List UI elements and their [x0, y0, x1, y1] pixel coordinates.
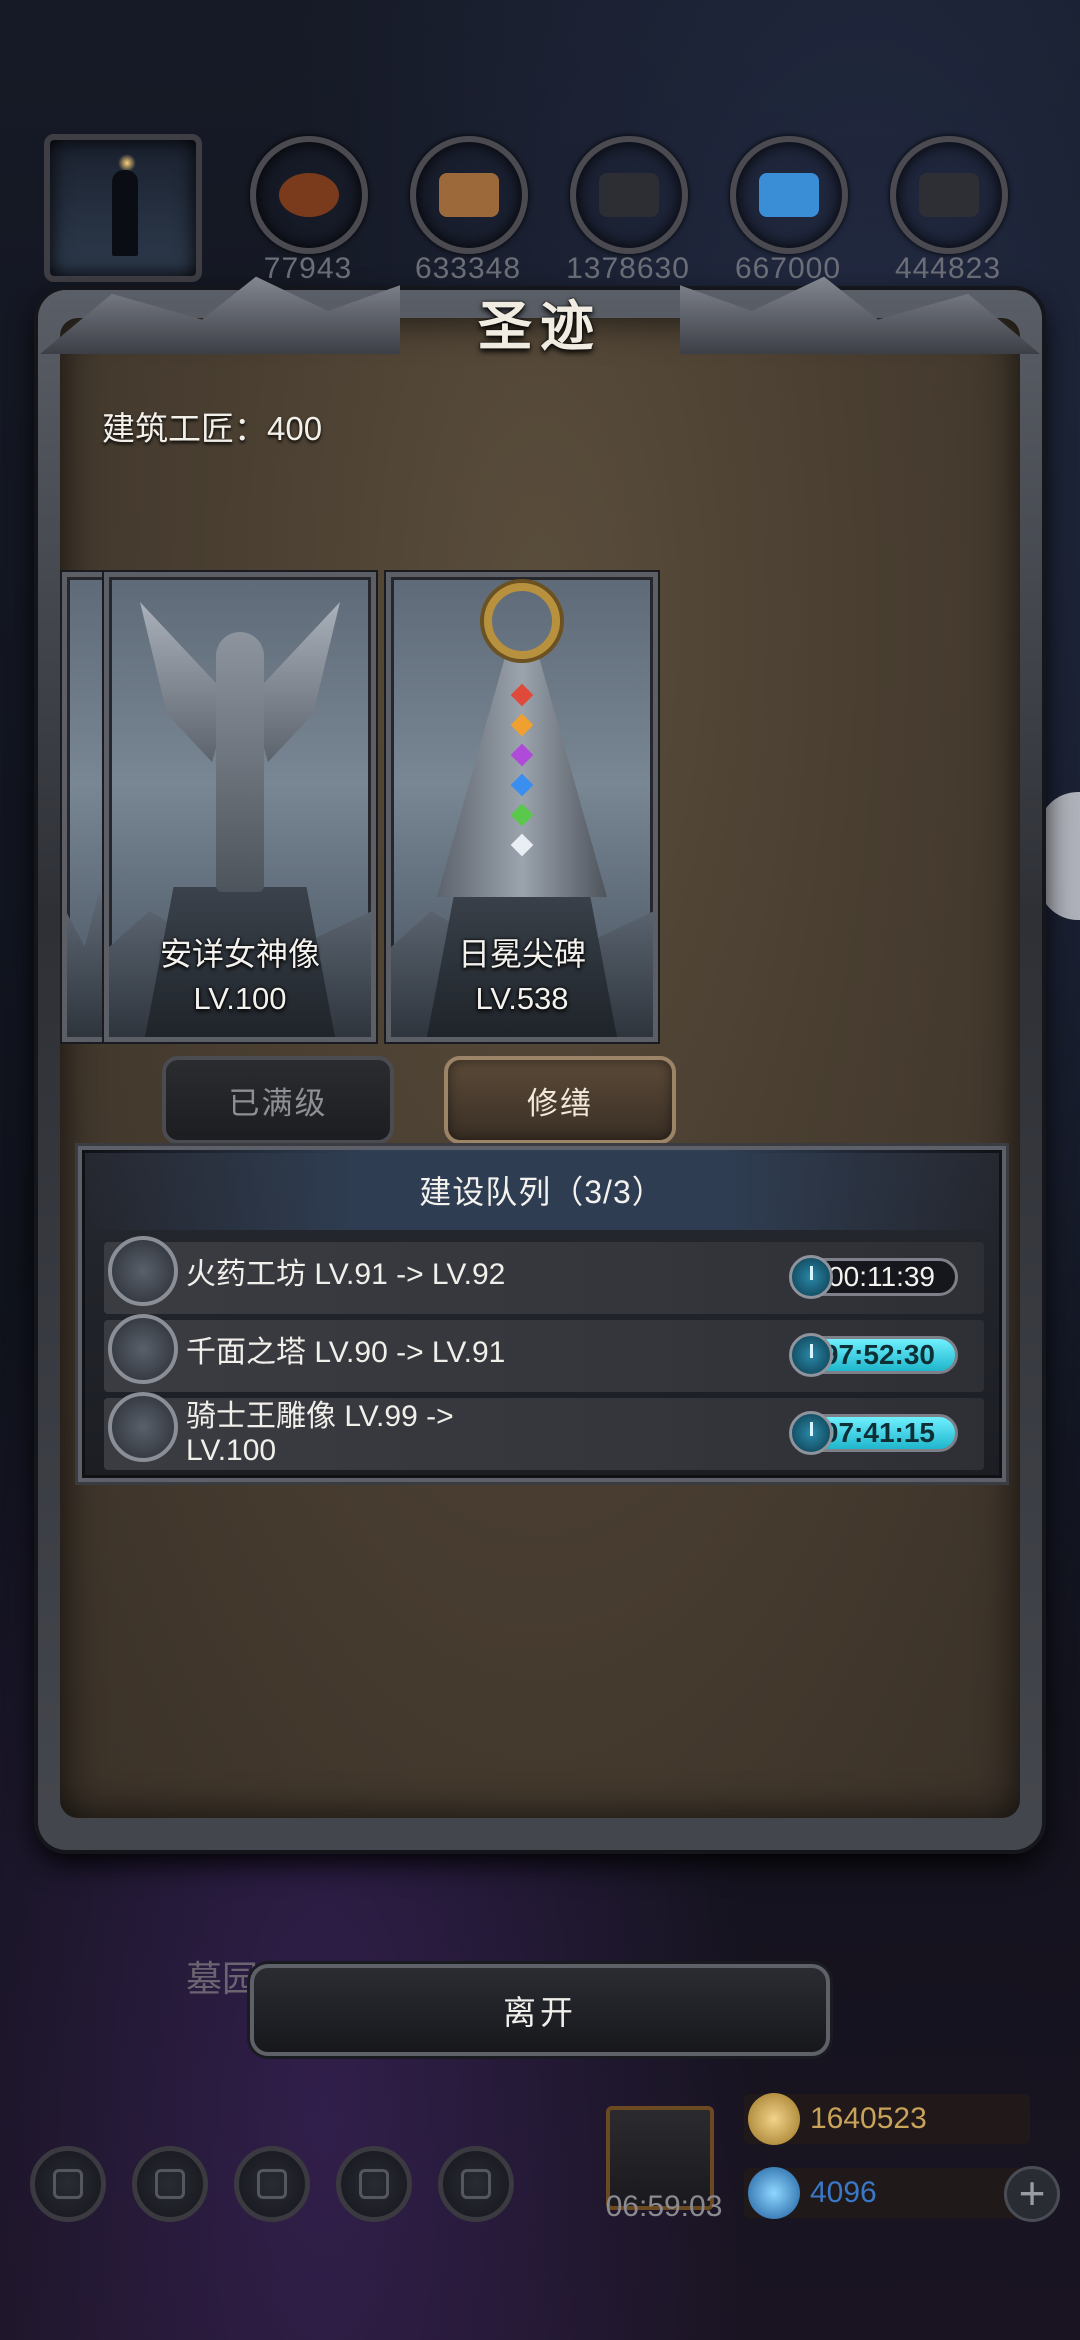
gold-counter[interactable]: 1640523 — [744, 2093, 1030, 2145]
build-queue-panel: 建设队列（3/3） 火药工坊 LV.91 -> LV.92 00:11:39 千… — [78, 1146, 1006, 1482]
gem-counter[interactable]: 4096 — [744, 2167, 1030, 2219]
resource-crystal-slot[interactable] — [730, 136, 848, 254]
craftsmen-count: 建筑工匠：400 — [102, 410, 323, 447]
gift-timer: 06:59:03 — [605, 2190, 723, 2223]
queue-item-text: 骑士王雕像 LV.99 -> LV.100 — [186, 1400, 454, 1467]
stone-icon — [919, 173, 979, 217]
leave-button[interactable]: 离开 — [250, 1964, 830, 2056]
repair-button[interactable]: 修缮 — [444, 1056, 676, 1144]
queue-item-text: 千面之塔 LV.90 -> LV.91 — [186, 1336, 506, 1369]
building-level: LV.538 — [475, 981, 569, 1016]
figure-icon — [112, 170, 138, 256]
dialog-title: 圣迹 — [478, 294, 602, 358]
queue-item-text: 火药工坊 LV.91 -> LV.92 — [186, 1258, 506, 1291]
queue-item[interactable]: 火药工坊 LV.91 -> LV.92 00:11:39 — [104, 1236, 984, 1314]
clock-icon — [789, 1255, 833, 1299]
sun-ring-icon — [484, 583, 560, 659]
wood-icon — [439, 173, 499, 217]
gold-value: 1640523 — [810, 2102, 927, 2135]
hero-icon[interactable] — [132, 2146, 208, 2222]
alliance-icon[interactable] — [438, 2146, 514, 2222]
crystal-icon — [759, 173, 819, 217]
queue-timer[interactable]: 97:52:30 — [789, 1333, 958, 1377]
building-name: 日冕尖碑 — [457, 936, 586, 972]
queue-item[interactable]: 千面之塔 LV.90 -> LV.91 97:52:30 — [104, 1314, 984, 1392]
gold-coin-icon — [748, 2093, 800, 2145]
location-label: 墓园 — [186, 1958, 259, 1999]
goddess-statue-icon — [140, 602, 340, 892]
building-card-statue[interactable]: 安详女神像 LV.100 — [104, 572, 376, 1042]
building-level: LV.100 — [193, 981, 287, 1016]
resource-iron-slot[interactable] — [570, 136, 688, 254]
map-icon[interactable] — [234, 2146, 310, 2222]
queue-timer-value: 00:11:39 — [828, 1261, 935, 1292]
iron-icon — [599, 173, 659, 217]
queue-timer[interactable]: 00:11:39 — [789, 1255, 958, 1299]
queue-timer[interactable]: 107:41:15 — [789, 1411, 958, 1455]
building-name: 安详女神像 — [159, 936, 320, 972]
workshop-icon — [108, 1236, 178, 1306]
clock-icon — [789, 1411, 833, 1455]
gem-icon — [748, 2167, 800, 2219]
clock-icon — [789, 1333, 833, 1377]
queue-item[interactable]: 骑士王雕像 LV.99 -> LV.100 107:41:15 — [104, 1392, 984, 1470]
mail-icon[interactable] — [336, 2146, 412, 2222]
queue-timer-value: 97:52:30 — [822, 1339, 935, 1370]
maxed-level-button[interactable]: 已满级 — [162, 1056, 394, 1144]
tower-icon — [108, 1314, 178, 1384]
resource-food-slot[interactable] — [250, 136, 368, 254]
add-currency-button[interactable]: + — [1004, 2166, 1060, 2222]
meat-icon — [279, 173, 339, 217]
gem-value: 4096 — [810, 2176, 877, 2209]
sanctuary-dialog: 圣迹 建筑工匠：400 安详女神像 LV.100 日冕尖碑 LV.538 已满级… — [30, 260, 1050, 1860]
build-queue-title: 建设队列（3/3） — [82, 1150, 1002, 1230]
resource-stone-slot[interactable] — [890, 136, 1008, 254]
knight-statue-icon — [108, 1392, 178, 1462]
building-card-obelisk[interactable]: 日冕尖碑 LV.538 — [386, 572, 658, 1042]
resource-wood-slot[interactable] — [410, 136, 528, 254]
settings-icon[interactable] — [30, 2146, 106, 2222]
